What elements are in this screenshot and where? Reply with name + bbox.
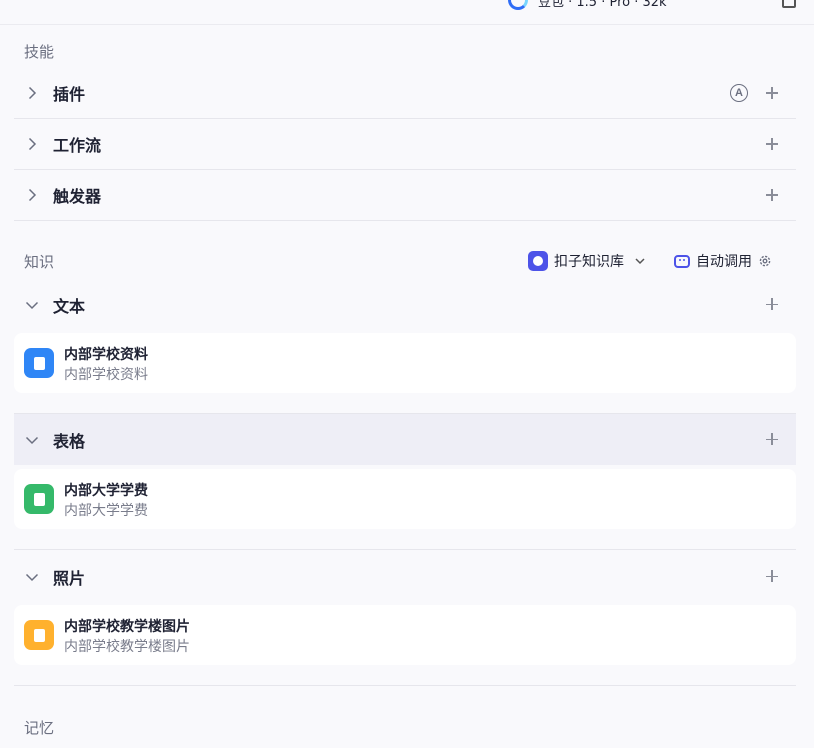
knowledge-item-card[interactable]: 内部学校教学楼图片 内部学校教学楼图片	[14, 605, 796, 665]
skill-row-workflow[interactable]: 工作流	[14, 119, 796, 170]
group-label-photo: 照片	[53, 568, 86, 588]
chevron-right-icon[interactable]	[25, 137, 39, 151]
chevron-right-icon[interactable]	[25, 86, 39, 100]
item-name: 内部大学学费	[64, 483, 148, 499]
add-workflow-icon[interactable]	[766, 137, 780, 151]
top-bar: 豆包 · 1.5 · Pro · 32k	[0, 0, 814, 25]
skill-label-workflow: 工作流	[53, 136, 102, 155]
skill-label-trigger: 触发器	[53, 187, 102, 206]
divider	[14, 549, 796, 550]
model-logo-icon	[508, 0, 528, 10]
model-name: 豆包 · 1.5 · Pro · 32k	[538, 0, 667, 10]
skills-section-title: 技能	[24, 43, 55, 61]
knowledge-item-card[interactable]: 内部学校资料 内部学校资料	[14, 333, 796, 393]
auto-call-label[interactable]: 自动调用	[696, 251, 752, 271]
group-label-text: 文本	[53, 296, 86, 316]
add-trigger-icon[interactable]	[766, 188, 780, 202]
item-description: 内部学校教学楼图片	[64, 639, 190, 655]
chevron-down-icon[interactable]	[25, 298, 39, 312]
add-plugin-icon[interactable]	[766, 86, 780, 100]
model-selector[interactable]: 豆包 · 1.5 · Pro · 32k	[508, 0, 667, 10]
chevron-down-icon[interactable]	[634, 255, 646, 267]
knowledge-group-photo[interactable]: 照片	[14, 551, 796, 602]
skill-label-plugins: 插件	[53, 85, 86, 104]
add-photo-icon[interactable]	[766, 570, 780, 584]
kb-selector-label[interactable]: 扣子知识库	[554, 251, 624, 271]
chevron-down-icon[interactable]	[25, 433, 39, 447]
skill-row-trigger[interactable]: 触发器	[14, 170, 796, 221]
robot-icon	[674, 254, 690, 268]
image-icon	[24, 620, 54, 650]
layout-icon[interactable]	[782, 0, 796, 8]
knowledge-controls: 扣子知识库 自动调用	[528, 250, 772, 272]
add-table-icon[interactable]	[766, 433, 780, 447]
memory-section-title: 记忆	[24, 719, 55, 737]
skill-row-plugins[interactable]: 插件 A	[14, 68, 796, 119]
item-name: 内部学校教学楼图片	[64, 619, 190, 635]
chevron-down-icon[interactable]	[25, 570, 39, 584]
gear-icon[interactable]	[758, 254, 772, 268]
chevron-right-icon[interactable]	[25, 188, 39, 202]
group-label-table: 表格	[53, 431, 86, 451]
knowledge-section-title: 知识	[24, 253, 55, 271]
item-description: 内部学校资料	[64, 367, 148, 383]
divider	[14, 685, 796, 686]
add-text-icon[interactable]	[766, 298, 780, 312]
knowledge-group-text[interactable]: 文本	[14, 279, 796, 330]
item-description: 内部大学学费	[64, 503, 148, 519]
knowledge-group-table[interactable]: 表格	[14, 414, 796, 465]
item-name: 内部学校资料	[64, 347, 148, 363]
document-icon	[24, 348, 54, 378]
coze-kb-logo-icon	[528, 251, 548, 271]
auto-mode-icon[interactable]: A	[730, 84, 748, 102]
table-icon	[24, 484, 54, 514]
knowledge-item-card[interactable]: 内部大学学费 内部大学学费	[14, 469, 796, 529]
